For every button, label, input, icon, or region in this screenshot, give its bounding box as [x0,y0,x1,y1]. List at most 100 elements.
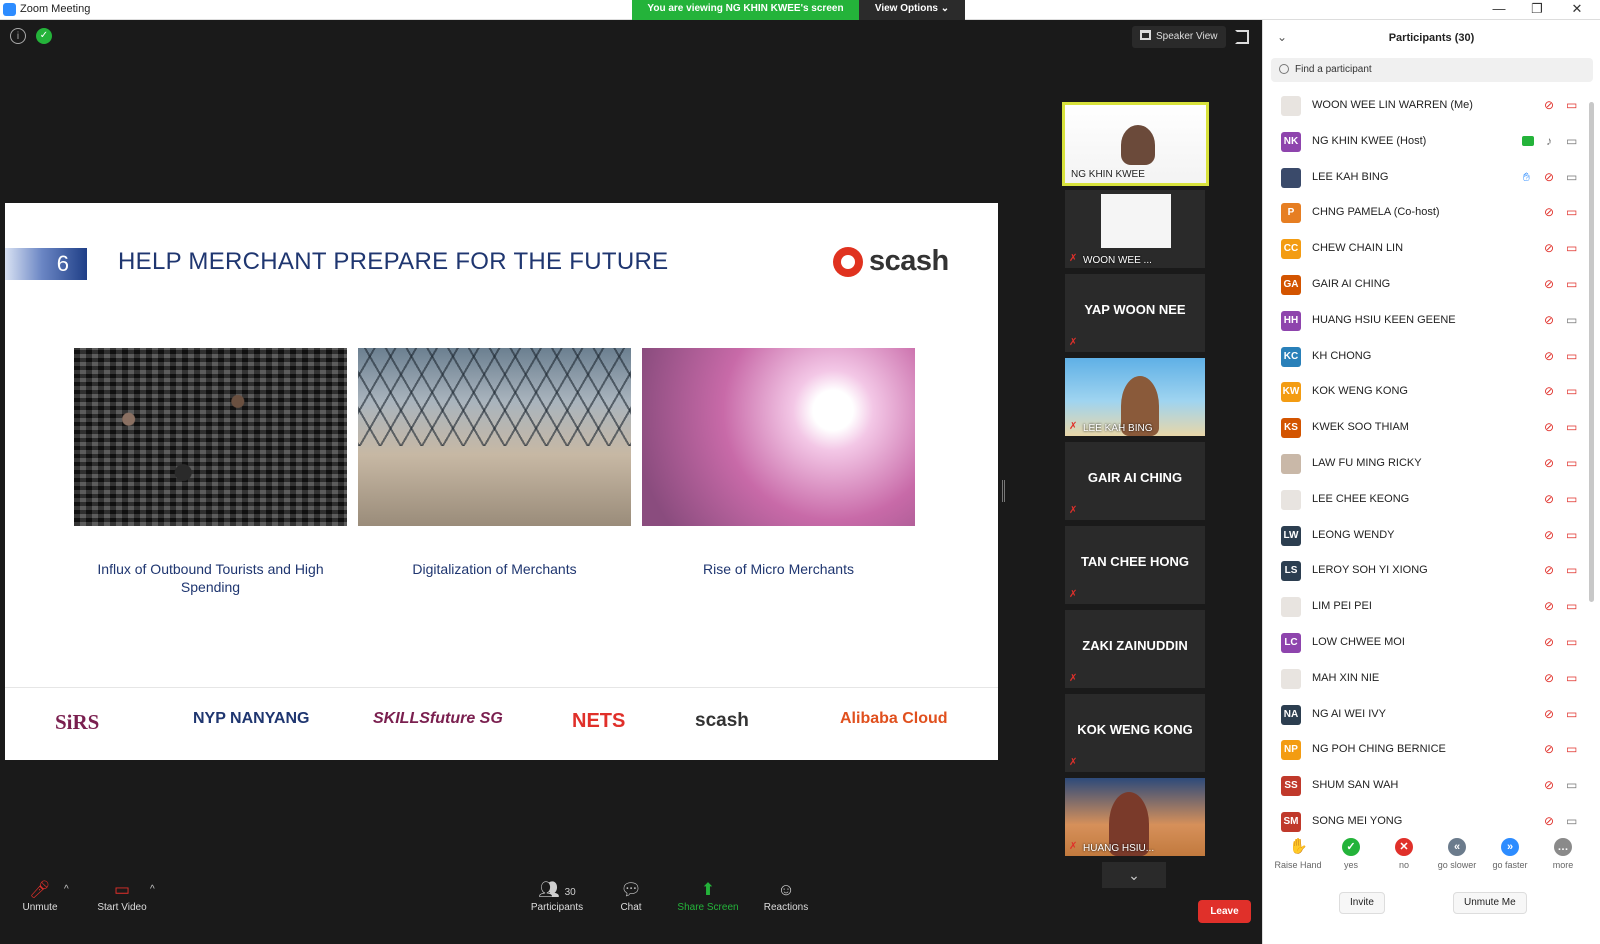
info-icon[interactable]: i [10,28,26,44]
participant-row[interactable]: KW KOK WENG KONG ⊘ ▭ [1263,374,1593,410]
muted-mic-icon: ⊘ [1544,348,1555,363]
muted-mic-icon: ✗ [1069,673,1078,684]
reactions-button[interactable]: ☺︎ Reactions [762,880,810,913]
participant-row[interactable]: WOON WEE LIN WARREN (Me) ⊘ ▭ [1263,88,1593,124]
muted-mic-icon: ✗ [1069,253,1078,264]
participant-name: SHUM SAN WAH [1312,779,1399,792]
share-screen-button[interactable]: ⬆ Share Screen [676,880,740,913]
participant-row[interactable]: LEE CHEE KEONG ⊘ ▭ [1263,482,1593,518]
yes-icon: ✓ [1342,838,1360,856]
participant-row[interactable]: LIM PEI PEI ⊘ ▭ [1263,589,1593,625]
unmute-button[interactable]: 🎤︎ Unmute [20,880,60,913]
participant-list-scrollbar[interactable] [1589,102,1594,602]
caption-micro-merchants: Rise of Micro Merchants [703,561,854,577]
participant-name: LIM PEI PEI [1312,600,1372,613]
gallery-tile[interactable]: ✗ HUANG HSIU... [1065,778,1205,856]
participant-row[interactable]: LAW FU MING RICKY ⊘ ▭ [1263,446,1593,482]
participant-row[interactable]: KC KH CHONG ⊘ ▭ [1263,339,1593,375]
avatar [1281,597,1301,618]
participant-row[interactable]: CC CHEW CHAIN LIN ⊘ ▭ [1263,231,1593,267]
avatar: KW [1281,382,1301,403]
avatar [1281,167,1301,188]
gallery-tile[interactable]: ✗ LEE KAH BING [1065,358,1205,436]
participants-panel-title: Participants (30) [1388,32,1475,44]
fullscreen-icon[interactable] [1235,30,1249,44]
participants-panel: ⌄ Participants (30) Find a participant W… [1262,20,1600,944]
gallery-tile[interactable]: ✗ WOON WEE ... [1065,190,1205,268]
participant-row[interactable]: GA GAIR AI CHING ⊘ ▭ [1263,267,1593,303]
go-faster-label: go faster [1492,860,1528,870]
title-bar: Zoom Meeting You are viewing NG KHIN KWE… [0,0,1600,20]
invite-button[interactable]: Invite [1339,892,1385,914]
gallery-label: HUANG HSIU... [1083,843,1155,854]
close-button[interactable]: ✕ [1558,0,1596,20]
participant-row[interactable]: NA NG AI WEI IVY ⊘ ▭ [1263,697,1593,733]
raise-hand-icon: ✋ [1289,838,1308,856]
participant-row[interactable]: LC LOW CHWEE MOI ⊘ ▭ [1263,625,1593,661]
participant-row[interactable]: SS SHUM SAN WAH ⊘ ▭ [1263,768,1593,804]
participant-row[interactable]: P CHNG PAMELA (Co-host) ⊘ ▭ [1263,195,1593,231]
chat-button[interactable]: 💬︎ Chat [617,880,645,913]
no-button[interactable]: ✕ no [1377,838,1431,870]
participant-row[interactable]: MAH XIN NIE ⊘ ▭ [1263,661,1593,697]
sharing-screen-icon [1522,135,1534,146]
start-video-button[interactable]: ▭ Start Video [94,880,150,913]
participant-row[interactable]: KS KWEK SOO THIAM ⊘ ▭ [1263,410,1593,446]
participants-button[interactable]: 👥︎ 30 Participants [528,880,586,913]
participant-name: SONG MEI YONG [1312,814,1403,827]
raise-hand-button[interactable]: ✋ Raise Hand [1271,838,1325,870]
participant-row[interactable]: NP NG POH CHING BERNICE ⊘ ▭ [1263,732,1593,768]
gallery-tile[interactable]: YAP WOON NEE ✗ [1065,274,1205,352]
leave-button[interactable]: Leave [1198,900,1251,923]
go-faster-icon: » [1501,838,1519,856]
gallery-tile[interactable]: TAN CHEE HONG ✗ [1065,526,1205,604]
start-video-label: Start Video [97,902,147,913]
scash-small-logo: scash [695,710,749,731]
encryption-shield-icon[interactable]: ✓ [36,28,52,44]
more-icon: … [1554,838,1572,856]
view-options-button[interactable]: View Options ⌄ [859,0,965,20]
participant-row[interactable]: HH HUANG HSIU KEEN GEENE ⊘ ▭ [1263,303,1593,339]
scash-logo: scash [833,245,949,278]
gallery-label: WOON WEE ... [1083,255,1152,266]
minimize-button[interactable]: — [1480,0,1518,20]
participant-name: LEE CHEE KEONG [1312,492,1410,505]
yes-button[interactable]: ✓ yes [1324,838,1378,870]
gallery-tile[interactable]: NG KHIN KWEE [1062,102,1209,186]
share-banner: You are viewing NG KHIN KWEE's screen Vi… [632,0,965,20]
muted-mic-icon: ⊘ [1544,420,1555,435]
more-label: more [1552,860,1574,870]
gallery-scroll-down-button[interactable]: ⌄ [1102,862,1166,888]
gallery-tile[interactable]: ZAKI ZAINUDDIN ✗ [1065,610,1205,688]
participants-icon: 👥︎ 30 [538,880,576,899]
participant-row[interactable]: LW LEONG WENDY ⊘ ▭ [1263,518,1593,554]
find-participant-input[interactable]: Find a participant [1271,58,1593,82]
share-screen-icon: ⬆ [700,880,716,899]
video-off-icon: ▭ [1566,98,1578,112]
participant-name: LEE KAH BING [1312,170,1389,183]
speaker-view-button[interactable]: Speaker View [1132,26,1226,48]
more-button[interactable]: … more [1536,838,1590,870]
maximize-button[interactable]: ❐ [1518,0,1556,20]
go-slower-icon: « [1448,838,1466,856]
speaker-view-label: Speaker View [1156,31,1218,42]
gallery-tile[interactable]: GAIR AI CHING ✗ [1065,442,1205,520]
go-faster-button[interactable]: » go faster [1483,838,1537,870]
muted-mic-icon: ✗ [1069,421,1078,432]
video-icon: ▭ [1566,312,1578,327]
go-slower-button[interactable]: « go slower [1430,838,1484,870]
participant-name: NG AI WEI IVY [1312,707,1386,720]
participant-row[interactable]: LEE KAH BING ✋︎ ⊘ ▭ [1263,160,1593,196]
participant-row[interactable]: NK NG KHIN KWEE (Host) ♪ ▭ [1263,124,1593,160]
audio-options-chevron-icon[interactable]: ^ [64,884,69,895]
video-options-chevron-icon[interactable]: ^ [150,884,155,895]
gallery-tile[interactable]: KOK WENG KONG ✗ [1065,694,1205,772]
participant-row[interactable]: SM SONG MEI YONG ⊘ ▭ [1263,804,1593,840]
panel-splitter[interactable] [1002,480,1005,502]
participant-row[interactable]: LS LEROY SOH YI XIONG ⊘ ▭ [1263,553,1593,589]
unmute-me-button[interactable]: Unmute Me [1453,892,1527,914]
chat-icon: 💬︎ [620,880,642,899]
mall-image [358,348,631,526]
avatar: LW [1281,525,1301,546]
nonverbal-feedback-row: ✋ Raise Hand ✓ yes ✕ no « go slower » go fast… [1263,838,1600,878]
